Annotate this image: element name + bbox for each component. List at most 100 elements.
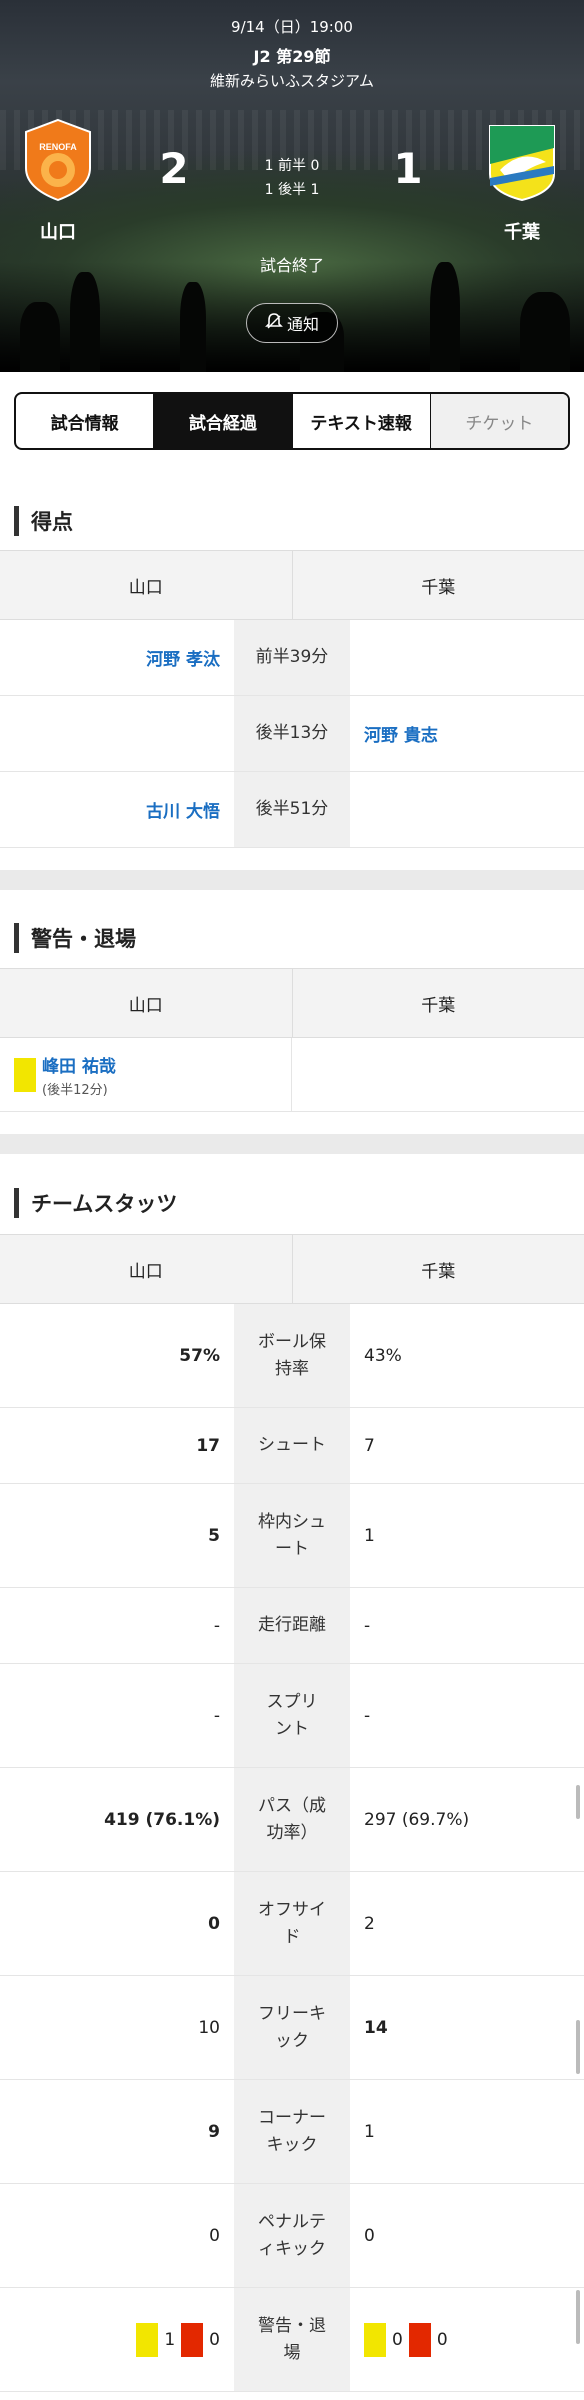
stat-home-value: 9: [208, 2121, 220, 2142]
stat-row-cards: 1 0 警告・退場 0 0: [0, 2288, 584, 2392]
card-row: 峰田 祐哉 (後半12分): [0, 1038, 584, 1112]
stat-row: 10 フリーキ ック 14: [0, 1976, 584, 2080]
stat-home-value: 17: [196, 1435, 220, 1456]
goals-section-title: 得点: [14, 506, 73, 536]
home-red-count: 0: [209, 2329, 220, 2350]
goal-time: 前半39分: [234, 620, 350, 695]
away-team-logo[interactable]: [486, 118, 558, 202]
away-yellow-count: 0: [392, 2329, 403, 2350]
stat-row: - スプリ ント -: [0, 1664, 584, 1768]
yellow-card-icon: [14, 1057, 36, 1092]
stat-row: - 走行距離 -: [0, 1588, 584, 1664]
tab-tickets[interactable]: チケット: [430, 394, 568, 448]
goal-row: 古川 大悟 後半51分: [0, 772, 584, 848]
stat-away-value: 1: [364, 2121, 375, 2142]
stat-home-value: 57%: [179, 1345, 220, 1366]
stat-row: 0 ペナルテ ィキック 0: [0, 2184, 584, 2288]
goal-scorer-away[interactable]: 河野 貴志: [364, 721, 438, 746]
stat-label: コーナー キック: [234, 2080, 350, 2183]
stat-away-value: 2: [364, 1913, 375, 1934]
tab-match-progress[interactable]: 試合経過: [154, 394, 293, 448]
stat-label: パス（成 功率）: [234, 1768, 350, 1871]
stat-away-value: -: [364, 1705, 371, 1726]
away-team-name: 千葉: [504, 222, 540, 243]
scrollbar-indicator[interactable]: [576, 2290, 580, 2344]
bell-icon: [265, 312, 283, 334]
home-team-name: 山口: [40, 222, 76, 243]
tab-live-text[interactable]: テキスト速報: [293, 394, 431, 448]
goal-time: 後半51分: [234, 772, 350, 847]
scrollbar-indicator[interactable]: [576, 2020, 580, 2074]
goals-away-header: 千葉: [421, 577, 456, 598]
away-red-count: 0: [436, 2329, 448, 2350]
goal-time: 後半13分: [234, 696, 350, 771]
stat-away-value: 1: [364, 1525, 375, 1546]
yellow-card-icon: [364, 2322, 386, 2357]
stats-table-header: 山口 千葉: [0, 1234, 584, 1304]
cards-home-header: 山口: [0, 969, 293, 1037]
notify-button[interactable]: 通知: [246, 303, 338, 343]
section-bar: [14, 506, 19, 536]
section-bar: [14, 923, 19, 953]
stat-label: スプリ ント: [234, 1664, 350, 1767]
card-time: (後半12分): [42, 1082, 108, 1098]
match-round: J2 第29節: [253, 47, 331, 66]
stat-label: オフサイド: [234, 1872, 350, 1975]
goal-scorer-home[interactable]: 古川 大悟: [146, 797, 220, 822]
stat-label: 走行距離: [234, 1588, 350, 1663]
stat-row: 5 枠内シュ ート 1: [0, 1484, 584, 1588]
cards-table-header: 山口 千葉: [0, 968, 584, 1038]
card-player[interactable]: 峰田 祐哉: [42, 1052, 116, 1077]
stat-away-value: 7: [364, 1435, 375, 1456]
svg-text:RENOFA: RENOFA: [39, 142, 77, 152]
tab-match-info[interactable]: 試合情報: [16, 394, 155, 448]
section-divider: [0, 870, 584, 890]
stat-home-value: 419 (76.1%): [104, 1809, 220, 1830]
stat-away-value: -: [364, 1615, 371, 1636]
stats-home-header: 山口: [0, 1235, 293, 1303]
stat-label: ボール保 持率: [234, 1304, 350, 1407]
section-bar: [14, 1188, 19, 1218]
stat-home-value: 0: [209, 2225, 220, 2246]
goals-table-header: 山口 千葉: [0, 550, 584, 620]
goals-home-header: 山口: [0, 551, 293, 619]
stat-row: 419 (76.1%) パス（成 功率） 297 (69.7%): [0, 1768, 584, 1872]
away-score: 1: [393, 144, 423, 193]
stat-home-value: 10: [198, 2017, 220, 2038]
red-card-icon: [181, 2322, 204, 2357]
home-yellow-count: 1: [164, 2329, 176, 2350]
cards-away-header: 千葉: [421, 995, 456, 1016]
red-card-icon: [408, 2322, 431, 2357]
goal-row: 河野 孝汰 前半39分: [0, 620, 584, 696]
section-divider: [0, 1134, 584, 1154]
stat-label: 警告・退場: [234, 2288, 350, 2391]
stats-section-title: チームスタッツ: [14, 1188, 177, 1218]
stat-home-value: 5: [208, 1525, 220, 1546]
scrollbar-indicator[interactable]: [576, 1785, 580, 1819]
match-header: 9/14（日）19:00 J2 第29節 維新みらいふスタジアム RENOFA …: [0, 0, 584, 372]
stat-row: 57% ボール保 持率 43%: [0, 1304, 584, 1408]
goal-scorer-home[interactable]: 河野 孝汰: [146, 645, 220, 670]
stat-away-value: 297 (69.7%): [364, 1809, 470, 1830]
match-tabs: 試合情報 試合経過 テキスト速報 チケット: [14, 392, 570, 450]
match-date: 9/14（日）19:00: [231, 18, 353, 36]
notify-label: 通知: [286, 315, 319, 334]
stat-away-value: 0: [364, 2225, 375, 2246]
first-half-score: 1 前半 0: [264, 158, 320, 174]
stat-label: 枠内シュ ート: [234, 1484, 350, 1587]
cards-section-title: 警告・退場: [14, 923, 136, 953]
stats-away-header: 千葉: [421, 1261, 456, 1282]
stat-label: フリーキ ック: [234, 1976, 350, 2079]
stat-home-value: -: [213, 1705, 220, 1726]
home-team-logo[interactable]: RENOFA: [22, 118, 94, 202]
stat-row: 0 オフサイド 2: [0, 1872, 584, 1976]
match-status: 試合終了: [259, 256, 324, 275]
stat-label: シュート: [234, 1408, 350, 1483]
stat-row: 9 コーナー キック 1: [0, 2080, 584, 2184]
second-half-score: 1 後半 1: [264, 182, 320, 198]
stat-home-value: -: [213, 1615, 220, 1636]
stat-label: ペナルテ ィキック: [234, 2184, 350, 2287]
yellow-card-icon: [136, 2322, 159, 2357]
stat-row: 17 シュート 7: [0, 1408, 584, 1484]
match-venue: 維新みらいふスタジアム: [210, 72, 374, 90]
